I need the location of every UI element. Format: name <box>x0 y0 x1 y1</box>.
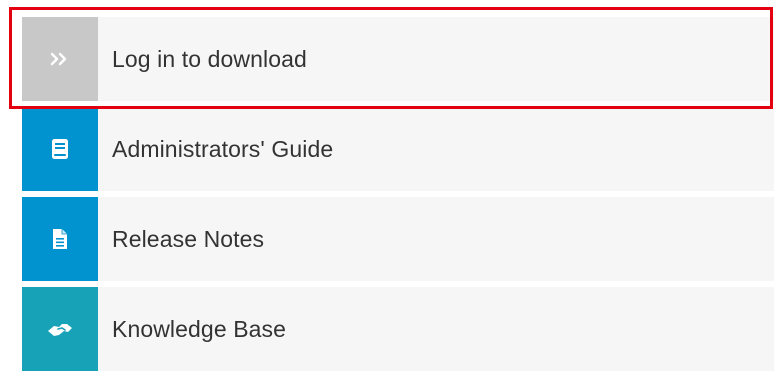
knowledge-base-label: Knowledge Base <box>112 315 287 342</box>
resource-links-list: Log in to download Administrators' Guide… <box>22 17 774 371</box>
administrators-guide-label: Administrators' Guide <box>112 135 334 162</box>
document-icon <box>22 197 98 281</box>
double-chevron-right-icon <box>22 17 98 101</box>
release-notes-link[interactable]: Release Notes <box>22 197 774 281</box>
release-notes-label: Release Notes <box>112 225 265 252</box>
knowledge-base-link[interactable]: Knowledge Base <box>22 287 774 371</box>
book-icon <box>22 107 98 191</box>
administrators-guide-link[interactable]: Administrators' Guide <box>22 107 774 191</box>
login-to-download-link[interactable]: Log in to download <box>22 17 774 101</box>
handshake-icon <box>22 287 98 371</box>
login-to-download-label: Log in to download <box>112 45 307 72</box>
